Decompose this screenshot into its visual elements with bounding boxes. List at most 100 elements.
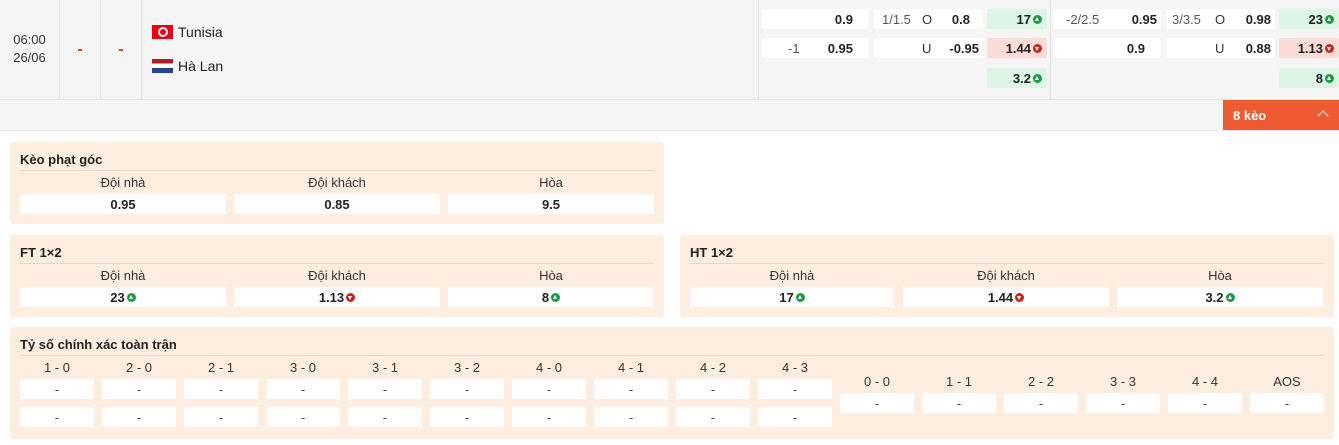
arrow-down-icon [1325, 43, 1334, 53]
score-odds-draw[interactable]: - [840, 393, 914, 413]
match-time: 06:00 26/06 [0, 0, 60, 100]
ht-1x2-away[interactable]: 1.13 [1279, 38, 1339, 58]
odds-value: 17 [1016, 11, 1031, 27]
score-odds-away[interactable]: - [266, 407, 340, 427]
score-odds-draw[interactable]: - [922, 393, 996, 413]
score-odds-home[interactable]: - [512, 379, 586, 399]
score-odds-away[interactable]: - [20, 407, 94, 427]
score-odds-home[interactable]: - [594, 379, 668, 399]
home-team[interactable]: Tunisia [152, 22, 223, 42]
odds-value: 1.13 [318, 289, 345, 305]
corner-home-odds[interactable]: 0.95 [20, 194, 226, 214]
col-header-home: Đội nhà [769, 268, 815, 283]
arrow-up-icon [1325, 73, 1334, 83]
ft-away-odds[interactable]: 1.13 [234, 287, 440, 307]
col-header-home: Đội nhà [100, 268, 146, 283]
ou-side: U [922, 40, 932, 56]
ft-1x2-home[interactable]: 17 [987, 9, 1047, 29]
odds-value: 8 [541, 289, 550, 305]
score-odds-home[interactable]: - [758, 379, 832, 399]
ft-under[interactable]: U -0.95 [874, 38, 983, 58]
score-odds-home[interactable]: - [430, 379, 504, 399]
score-odds-away[interactable]: - [102, 407, 176, 427]
score-odds-home[interactable]: - [184, 379, 258, 399]
ht-draw-odds[interactable]: 3.2 [1117, 287, 1323, 307]
panel-title: HT 1×2 [690, 245, 733, 260]
arrow-up-icon [1325, 14, 1334, 24]
score-odds-draw[interactable]: - [1250, 393, 1324, 413]
score-header: 3 - 2 [453, 360, 480, 375]
divider [690, 263, 1324, 264]
score-odds-home[interactable]: - [348, 379, 422, 399]
score-header: 4 - 3 [781, 360, 808, 375]
ht-handicap-away[interactable]: 0.9 [1054, 38, 1161, 58]
score-odds-home[interactable]: - [676, 379, 750, 399]
divider [20, 170, 654, 171]
ht-home-odds[interactable]: 17 [690, 287, 894, 307]
handicap-odds: 0.95 [827, 40, 853, 56]
ht-under[interactable]: U 0.88 [1166, 38, 1275, 58]
ft-draw-odds[interactable]: 8 [448, 287, 654, 307]
ht-away-odds[interactable]: 1.44 [903, 287, 1109, 307]
arrow-down-icon [346, 292, 356, 302]
score-odds-away[interactable]: - [184, 407, 258, 427]
ht-1x2-draw[interactable]: 8 [1279, 68, 1339, 88]
score-header: AOS [1273, 374, 1301, 389]
arrow-up-icon [1033, 14, 1042, 24]
ou-line: 3/3.5 [1172, 11, 1201, 27]
odds-value: 3.2 [1205, 289, 1224, 305]
score-odds-away[interactable]: - [430, 407, 504, 427]
score-odds-draw[interactable]: - [1004, 393, 1078, 413]
handicap-odds: 0.9 [834, 11, 853, 27]
ft-handicap-away[interactable]: -1 0.95 [762, 38, 869, 58]
ht-over[interactable]: 3/3.5 O 0.98 [1166, 9, 1275, 29]
corner-draw-odds[interactable]: 9.5 [448, 194, 654, 214]
score-odds-draw[interactable]: - [1086, 393, 1160, 413]
score-odds-away[interactable]: - [594, 407, 668, 427]
odds-value: 8 [1315, 70, 1323, 86]
ht-1x2-home[interactable]: 23 [1279, 9, 1339, 29]
ft-1x2-draw[interactable]: 3.2 [987, 68, 1047, 88]
score-odds-draw[interactable]: - [1168, 393, 1242, 413]
ft-handicap-home[interactable]: 0.9 [762, 9, 869, 29]
odds-value: 17 [779, 289, 794, 305]
ht-1x2-panel: HT 1×2 Đội nhà Đội khách Hòa 17 1.44 3.2 [680, 235, 1334, 317]
divider [20, 263, 654, 264]
ft-home-odds[interactable]: 23 [20, 287, 226, 307]
handicap-line: -1 [788, 40, 800, 56]
panel-title: Kèo phạt góc [20, 152, 103, 167]
ht-odds: -2/2.5 0.95 3/3.5 O 0.98 23 0.9 U 0.88 1… [1051, 0, 1339, 100]
score-odds-away[interactable]: - [758, 407, 832, 427]
ou-line: 1/1.5 [882, 11, 911, 27]
away-team[interactable]: Hà Lan [152, 56, 223, 76]
score-odds-home[interactable]: - [20, 379, 94, 399]
more-odds-button[interactable]: 8 kèo [1223, 100, 1339, 130]
tunisia-flag-icon [152, 25, 173, 39]
score-odds-home[interactable]: - [266, 379, 340, 399]
arrow-down-icon [1033, 43, 1042, 53]
netherlands-flag-icon [152, 59, 173, 73]
ou-side: U [1215, 40, 1225, 56]
score-odds-away[interactable]: - [348, 407, 422, 427]
score-odds-home[interactable]: - [102, 379, 176, 399]
score-header: 3 - 0 [289, 360, 316, 375]
col-header-home: Đội nhà [100, 175, 146, 190]
ft-1x2-away[interactable]: 1.44 [987, 38, 1047, 58]
corner-away-odds[interactable]: 0.85 [234, 194, 440, 214]
arrow-up-icon [126, 292, 136, 302]
col-header-draw: Hòa [539, 268, 563, 283]
odds-value: 1.13 [1297, 40, 1323, 56]
divider [20, 355, 1324, 356]
score-odds-away[interactable]: - [676, 407, 750, 427]
ft-over[interactable]: 1/1.5 O 0.8 [874, 9, 983, 29]
ht-handicap-home[interactable]: -2/2.5 0.95 [1054, 9, 1161, 29]
panel-title: Tỷ số chính xác toàn trận [20, 337, 177, 352]
score-header: 1 - 0 [43, 360, 70, 375]
odds-value: 3.2 [1012, 70, 1031, 86]
score-odds-away[interactable]: - [512, 407, 586, 427]
score-header: 4 - 0 [535, 360, 562, 375]
ou-odds: 0.98 [1245, 11, 1271, 27]
arrow-down-icon [1015, 292, 1025, 302]
handicap-line: -2/2.5 [1066, 11, 1100, 27]
away-team-name: Hà Lan [178, 58, 224, 74]
